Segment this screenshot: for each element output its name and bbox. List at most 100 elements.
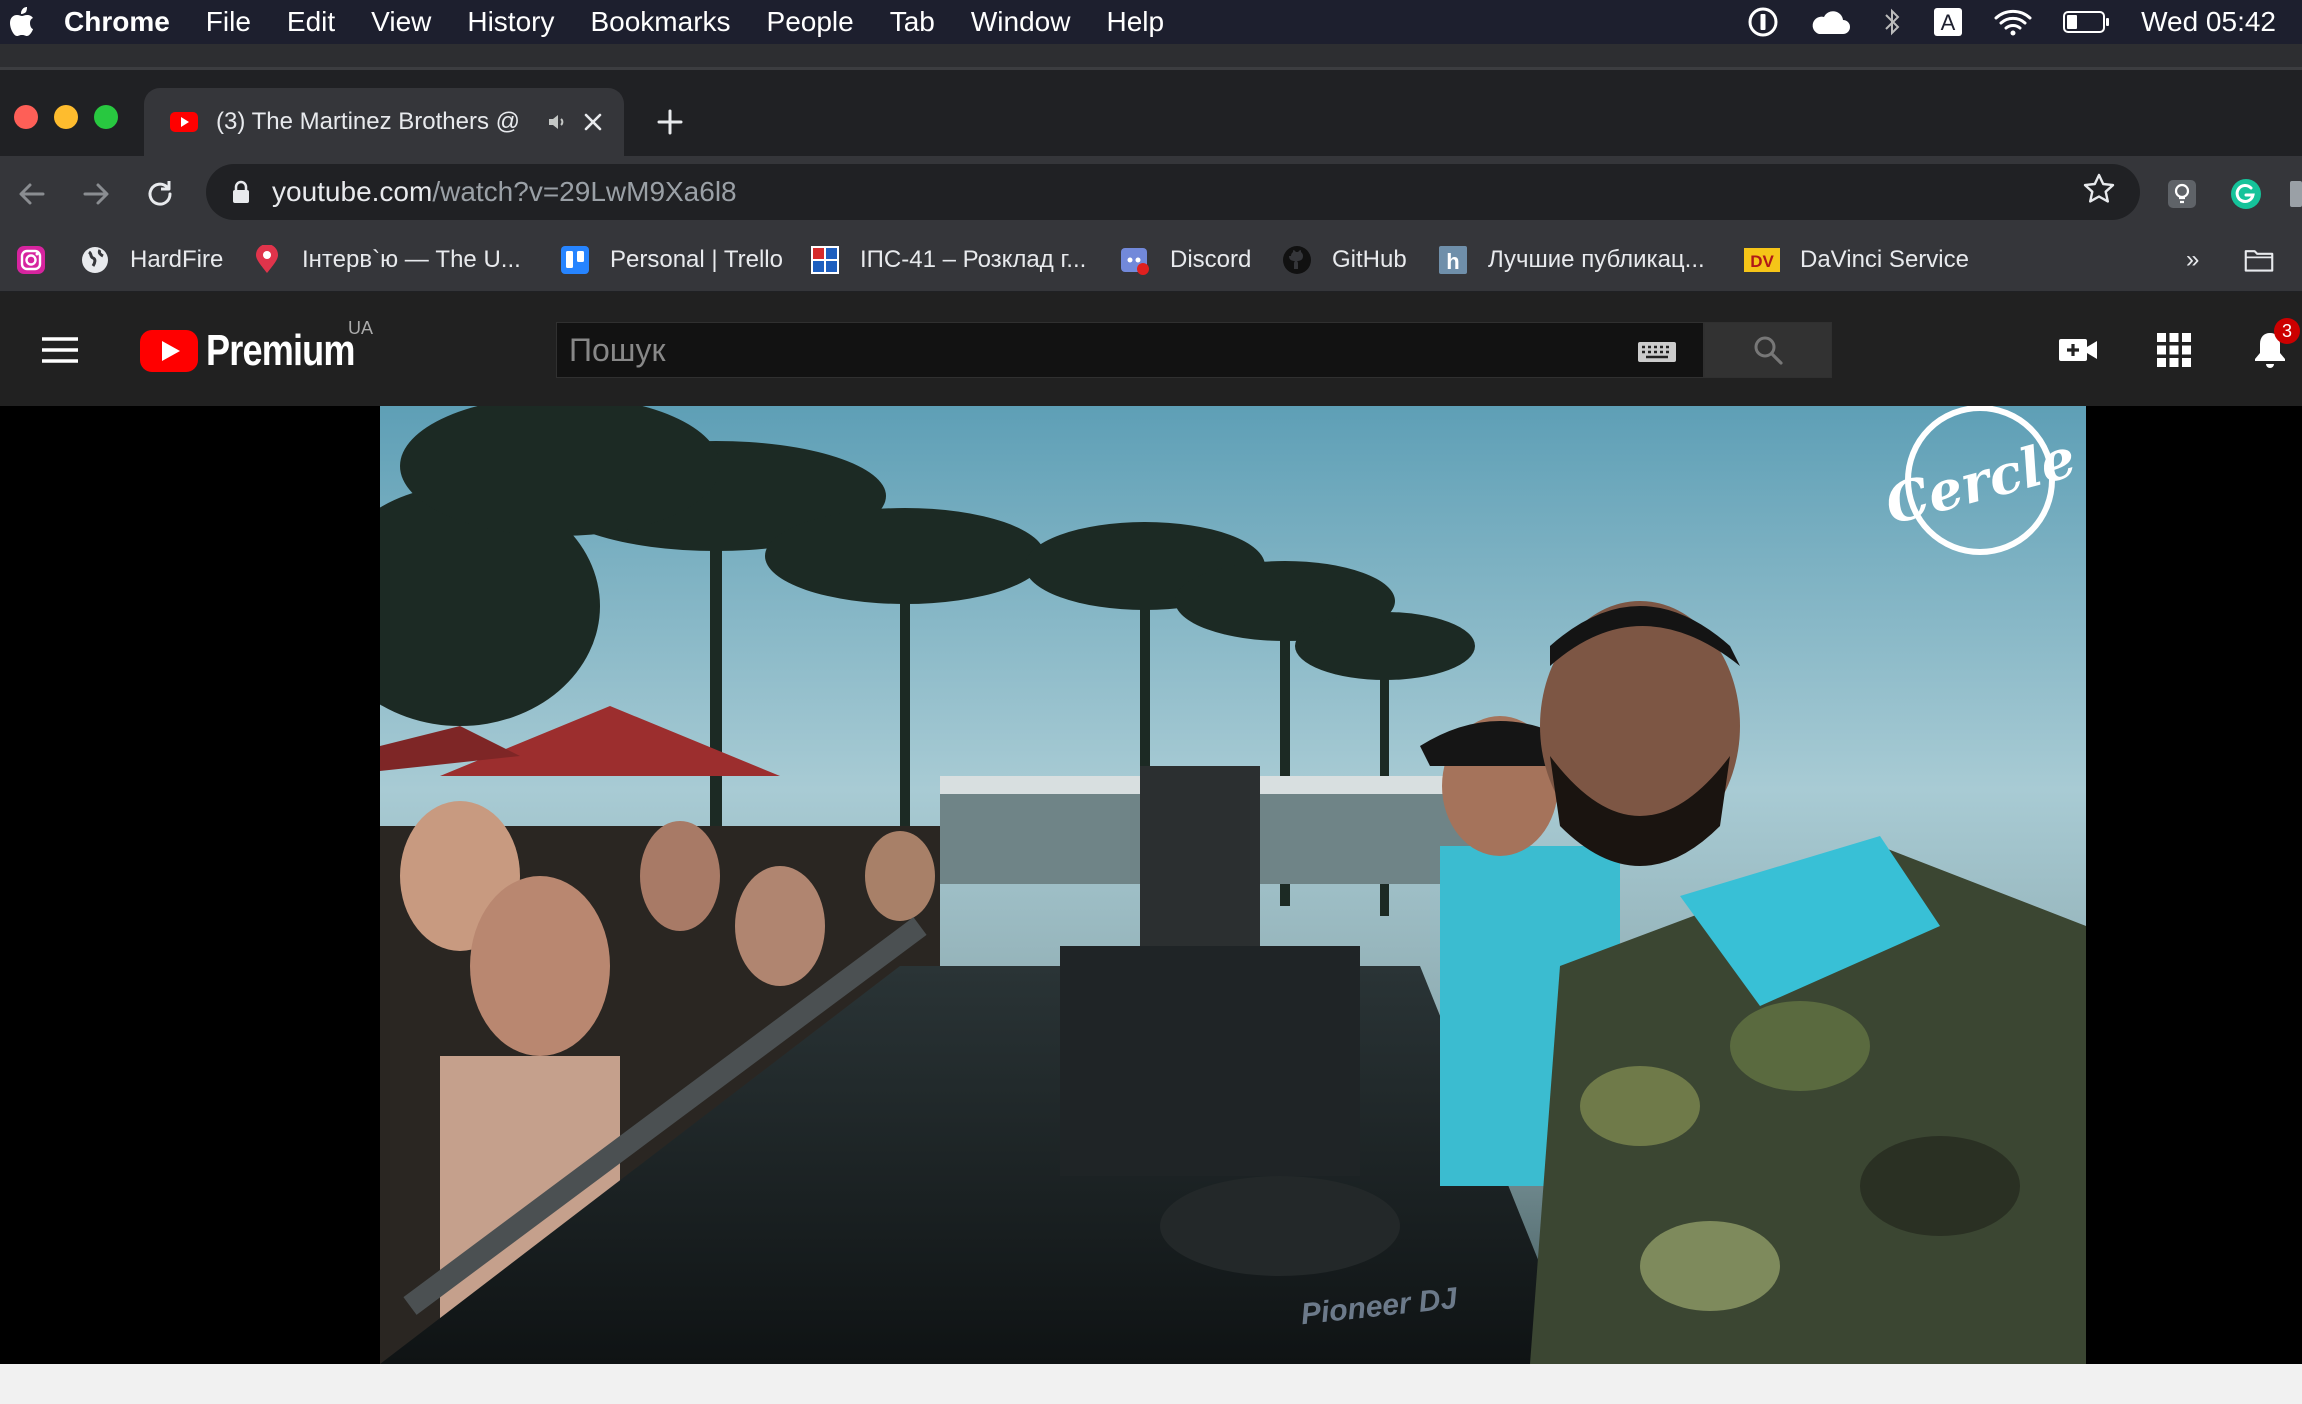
macos-menu-bar: Chrome File Edit View History Bookmarks … bbox=[0, 0, 2302, 44]
habr-icon: h bbox=[1438, 245, 1468, 275]
search-icon bbox=[1754, 336, 1783, 365]
other-bookmarks-folder[interactable] bbox=[2244, 242, 2294, 278]
menu-tab[interactable]: Tab bbox=[872, 6, 953, 38]
menubar-clock[interactable]: Wed 05:42 bbox=[2141, 6, 2276, 38]
video-frame[interactable]: Cercle Pioneer DJ bbox=[380, 406, 2086, 1364]
close-tab-icon[interactable] bbox=[582, 111, 604, 133]
github-icon bbox=[1282, 245, 1312, 275]
youtube-favicon-icon bbox=[170, 112, 198, 132]
bookmark-habr[interactable]: h Лучшие публикац... bbox=[1438, 242, 1705, 278]
menu-help[interactable]: Help bbox=[1088, 6, 1182, 38]
bookmark-schedule[interactable]: ІПС-41 – Розклад г... bbox=[810, 242, 1086, 278]
page-below-player bbox=[0, 1364, 2302, 1404]
bookmark-label: DaVinci Service bbox=[1800, 246, 1969, 273]
chrome-toolbar: youtube.com/watch?v=29LwM9Xa6l8 bbox=[0, 156, 2302, 230]
close-window-button[interactable] bbox=[14, 105, 38, 129]
svg-text:h: h bbox=[1446, 249, 1459, 274]
svg-text:A: A bbox=[1941, 10, 1956, 35]
notifications-button[interactable]: 3 bbox=[2248, 318, 2300, 372]
grammarly-icon bbox=[2231, 179, 2261, 209]
search-box[interactable] bbox=[556, 322, 1704, 378]
apps-button[interactable] bbox=[2152, 328, 2196, 372]
menu-people[interactable]: People bbox=[749, 6, 872, 38]
onepassword-icon[interactable] bbox=[1747, 6, 1779, 38]
back-button[interactable] bbox=[12, 174, 52, 214]
forward-button[interactable] bbox=[76, 174, 116, 214]
menu-app-chrome[interactable]: Chrome bbox=[44, 6, 188, 38]
bookmark-label: GitHub bbox=[1332, 246, 1407, 273]
bookmark-label: Personal | Trello bbox=[610, 246, 783, 273]
menu-history[interactable]: History bbox=[449, 6, 572, 38]
trello-icon bbox=[560, 245, 590, 275]
search-input[interactable] bbox=[557, 331, 1597, 369]
video-player[interactable]: Cercle Pioneer DJ bbox=[0, 406, 2302, 1364]
youtube-premium-logo[interactable]: Premium UA bbox=[140, 318, 387, 376]
wifi-icon[interactable] bbox=[1993, 7, 2033, 37]
reload-button[interactable] bbox=[140, 174, 180, 214]
menu-bookmarks[interactable]: Bookmarks bbox=[572, 6, 748, 38]
menu-file[interactable]: File bbox=[188, 6, 269, 38]
apple-icon[interactable] bbox=[0, 7, 44, 37]
zoom-window-button[interactable] bbox=[94, 105, 118, 129]
region-code: UA bbox=[348, 318, 374, 338]
menu-edit[interactable]: Edit bbox=[269, 6, 353, 38]
folder-icon bbox=[2244, 245, 2274, 275]
extension-grammarly-button[interactable] bbox=[2226, 174, 2266, 214]
input-source-icon[interactable]: A bbox=[1933, 7, 1963, 37]
youtube-play-icon bbox=[140, 330, 198, 372]
instagram-icon bbox=[16, 245, 46, 275]
bookmark-star-icon[interactable] bbox=[2082, 172, 2116, 213]
new-tab-button[interactable] bbox=[650, 102, 690, 142]
bookmark-label: Discord bbox=[1170, 246, 1252, 273]
bookmark-interview[interactable]: Інтерв`ю — The U... bbox=[252, 242, 521, 278]
search-button[interactable] bbox=[1704, 322, 1832, 378]
arrow-right-icon bbox=[83, 183, 109, 205]
bookmarks-overflow-label: » bbox=[2186, 246, 2200, 273]
lightbulb-icon bbox=[2168, 180, 2196, 208]
bookmark-github[interactable]: GitHub bbox=[1282, 242, 1407, 278]
guide-menu-button[interactable] bbox=[38, 328, 82, 372]
address-bar[interactable]: youtube.com/watch?v=29LwM9Xa6l8 bbox=[206, 164, 2140, 220]
create-video-button[interactable] bbox=[2056, 328, 2100, 372]
video-camera-plus-icon bbox=[2059, 339, 2097, 361]
reload-icon bbox=[148, 181, 172, 206]
apps-grid-icon bbox=[2157, 333, 2191, 367]
tab-title: (3) The Martinez Brothers @ bbox=[216, 108, 521, 135]
bookmark-label: ІПС-41 – Розклад г... bbox=[860, 246, 1087, 273]
bookmark-label: HardFire bbox=[130, 246, 224, 273]
extension-icon bbox=[2290, 181, 2302, 207]
davinci-icon: DV bbox=[1744, 245, 1780, 275]
ukrainer-icon bbox=[252, 245, 282, 275]
schedule-icon bbox=[810, 245, 840, 275]
extension-overflow-button[interactable] bbox=[2286, 174, 2302, 214]
menu-window[interactable]: Window bbox=[953, 6, 1089, 38]
bookmark-hardfire[interactable]: HardFire bbox=[80, 242, 223, 278]
url-host: youtube.com bbox=[272, 176, 433, 207]
status-area: A Wed 05:42 bbox=[1747, 0, 2276, 44]
bookmark-label: Лучшие публикац... bbox=[1488, 246, 1705, 273]
bookmarks-overflow-button[interactable]: » bbox=[2186, 242, 2199, 278]
hamburger-icon bbox=[42, 337, 78, 363]
battery-icon[interactable] bbox=[2063, 10, 2111, 34]
tab-youtube[interactable]: (3) The Martinez Brothers @ bbox=[144, 88, 624, 156]
discord-icon bbox=[1120, 245, 1150, 275]
bookmark-discord[interactable]: Discord bbox=[1120, 242, 1251, 278]
cloud-icon[interactable] bbox=[1809, 7, 1851, 37]
keyboard-icon[interactable] bbox=[1637, 341, 1677, 368]
bluetooth-icon[interactable] bbox=[1881, 7, 1903, 37]
lock-icon[interactable] bbox=[232, 180, 250, 204]
bookmark-label: Інтерв`ю — The U... bbox=[302, 246, 521, 273]
bookmark-instagram[interactable] bbox=[16, 242, 66, 278]
extension-lightbulb-button[interactable] bbox=[2162, 174, 2202, 214]
minimize-window-button[interactable] bbox=[54, 105, 78, 129]
youtube-header: Premium UA 3 bbox=[0, 292, 2302, 406]
url-path: /watch?v=29LwM9Xa6l8 bbox=[432, 176, 737, 207]
plus-icon bbox=[657, 109, 683, 135]
bookmark-trello[interactable]: Personal | Trello bbox=[560, 242, 783, 278]
audio-playing-icon[interactable] bbox=[546, 110, 570, 134]
brand-wordmark: Premium bbox=[206, 326, 355, 375]
bookmark-davinci[interactable]: DV DaVinci Service bbox=[1744, 242, 1969, 278]
menu-view[interactable]: View bbox=[353, 6, 449, 38]
screen: Chrome File Edit View History Bookmarks … bbox=[0, 0, 2302, 1404]
arrow-left-icon bbox=[19, 183, 45, 205]
